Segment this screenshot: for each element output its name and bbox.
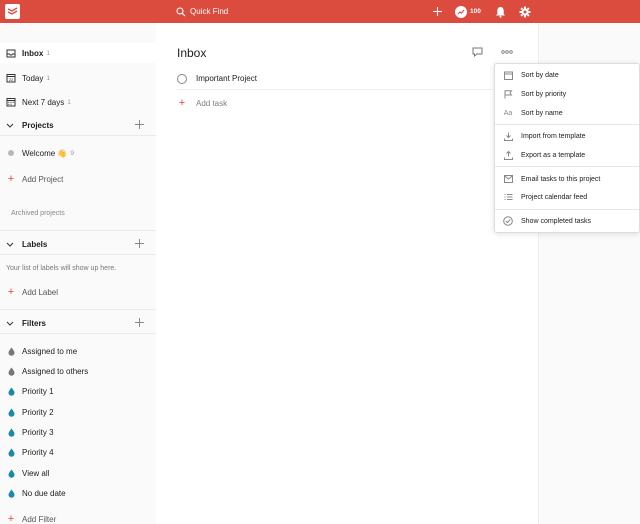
divider — [0, 135, 156, 136]
text-icon: Aa — [503, 109, 513, 117]
karma-icon — [455, 5, 467, 18]
plus-icon: + — [7, 513, 15, 524]
chevron-down-icon[interactable] — [6, 123, 16, 128]
drop-icon — [6, 468, 16, 478]
menu-separator — [495, 124, 639, 125]
labels-section-header[interactable]: Labels — [0, 234, 156, 254]
upload-icon — [503, 150, 513, 160]
svg-text:22: 22 — [9, 77, 14, 82]
menu-item-email-tasks[interactable]: Email tasks to this project — [495, 170, 639, 188]
calendar-week-icon — [6, 97, 16, 107]
menu-separator — [495, 166, 639, 167]
gear-icon[interactable] — [517, 4, 532, 19]
add-filter-plus-icon[interactable] — [134, 317, 145, 328]
sidebar-filter-item[interactable]: Assigned to others — [0, 361, 156, 381]
sidebar-item-today[interactable]: 22 Today 1 — [0, 68, 156, 88]
divider — [0, 333, 156, 334]
filters-section-header[interactable]: Filters — [0, 313, 156, 333]
drop-icon — [6, 366, 16, 376]
calendar-icon — [503, 70, 513, 80]
calendar-today-icon: 22 — [6, 73, 16, 83]
add-task-plus-icon[interactable] — [430, 4, 445, 19]
quick-find-search[interactable]: Quick Find — [176, 5, 228, 18]
project-color-dot-icon — [6, 148, 16, 158]
projects-section-header[interactable]: Projects — [0, 115, 156, 135]
sidebar-filter-item[interactable]: Priority 2 — [0, 402, 156, 422]
divider — [0, 309, 156, 310]
mail-icon — [503, 174, 513, 184]
page-title: Inbox — [177, 46, 207, 60]
sidebar-filter-item[interactable]: Priority 4 — [0, 442, 156, 462]
sidebar: Inbox 1 22 Today 1 Next 7 days 1 Project… — [0, 23, 156, 524]
search-placeholder: Quick Find — [190, 7, 229, 16]
drop-icon — [6, 386, 16, 396]
sidebar-filter-item[interactable]: No due date — [0, 483, 156, 503]
menu-item-sort-by-name[interactable]: Aa Sort by name — [495, 104, 639, 122]
more-options-icon[interactable] — [501, 46, 513, 58]
add-label-button[interactable]: + Add Label — [6, 285, 58, 299]
archived-projects-link[interactable]: Archived projects — [11, 210, 65, 217]
plus-icon: + — [7, 173, 15, 185]
drop-icon — [6, 447, 16, 457]
divider — [0, 254, 156, 255]
search-icon — [176, 6, 186, 16]
menu-item-sort-by-date[interactable]: Sort by date — [495, 66, 639, 84]
todoist-logo-icon[interactable] — [5, 4, 20, 19]
bell-icon[interactable] — [493, 4, 508, 19]
task-item[interactable]: Important Project — [177, 68, 493, 90]
karma-count: 100 — [470, 8, 481, 15]
inbox-icon — [6, 48, 16, 58]
karma-indicator[interactable]: 100 — [455, 4, 481, 19]
labels-empty-text: Your list of labels will show up here. — [6, 265, 117, 272]
project-options-menu: Sort by date Sort by priority Aa Sort by… — [494, 63, 640, 233]
chevron-down-icon[interactable] — [6, 321, 16, 326]
add-label-plus-icon[interactable] — [134, 238, 145, 249]
chevron-down-icon[interactable] — [6, 242, 16, 247]
plus-icon: + — [178, 97, 186, 109]
check-circle-icon — [503, 216, 513, 226]
task-checkbox[interactable] — [177, 73, 187, 84]
comment-icon[interactable] — [471, 46, 483, 58]
sidebar-project-welcome[interactable]: Welcome 👋 9 — [0, 143, 156, 163]
drop-icon — [6, 407, 16, 417]
menu-separator — [495, 209, 639, 210]
download-icon — [503, 131, 513, 141]
sidebar-filter-item[interactable]: View all — [0, 463, 156, 483]
drop-icon — [6, 427, 16, 437]
add-task-button[interactable]: + Add task — [177, 96, 227, 110]
sidebar-item-inbox[interactable]: Inbox 1 — [0, 43, 156, 63]
divider — [0, 230, 156, 231]
add-project-button[interactable]: + Add Project — [6, 172, 64, 186]
sidebar-filter-item[interactable]: Priority 1 — [0, 381, 156, 401]
menu-item-show-completed[interactable]: Show completed tasks — [495, 212, 639, 230]
list-icon — [503, 192, 513, 202]
menu-item-import-template[interactable]: Import from template — [495, 127, 639, 145]
sidebar-filter-item[interactable]: Priority 3 — [0, 422, 156, 442]
menu-item-sort-by-priority[interactable]: Sort by priority — [495, 85, 639, 103]
drop-icon — [6, 346, 16, 356]
menu-item-calendar-feed[interactable]: Project calendar feed — [495, 188, 639, 206]
sidebar-item-next-7-days[interactable]: Next 7 days 1 — [0, 92, 156, 112]
flag-icon — [503, 89, 513, 99]
menu-item-export-template[interactable]: Export as a template — [495, 146, 639, 164]
drop-icon — [6, 488, 16, 498]
add-project-plus-icon[interactable] — [134, 119, 145, 130]
top-bar: Quick Find 100 — [0, 0, 640, 23]
add-filter-button[interactable]: + Add Filter — [6, 512, 56, 524]
task-content[interactable]: Important Project — [196, 74, 257, 83]
sidebar-filter-item[interactable]: Assigned to me — [0, 341, 156, 361]
plus-icon: + — [7, 286, 15, 298]
main-content: Inbox Important Project + Add task — [156, 23, 538, 524]
